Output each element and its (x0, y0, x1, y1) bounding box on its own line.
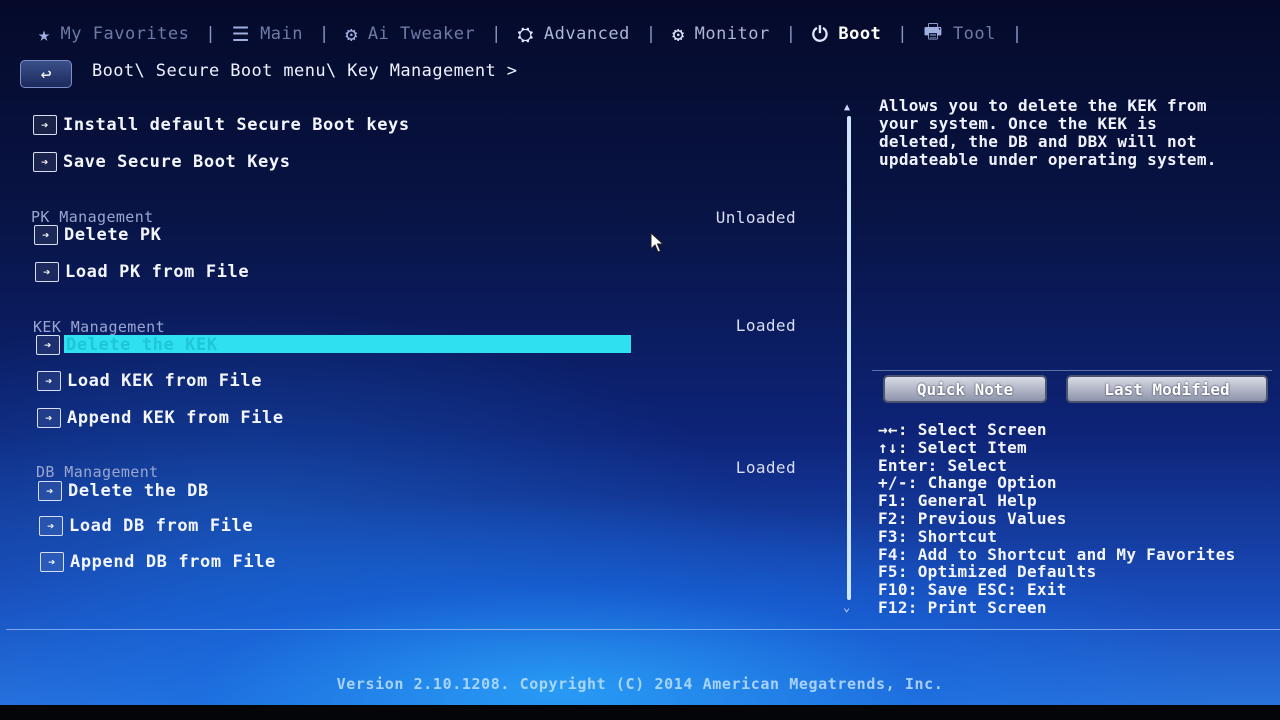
power-icon: ⏻ (812, 22, 829, 46)
load-kek-from-file-item[interactable]: ➔ Load KEK from File (37, 371, 262, 391)
mouse-cursor-icon (650, 232, 665, 253)
tab-tool[interactable]: 🖶 Tool (924, 17, 996, 51)
tab-separator: | (205, 24, 216, 44)
item-label: Append KEK from File (67, 408, 284, 428)
quick-note-button[interactable]: Quick Note (883, 375, 1047, 403)
tab-separator: | (491, 24, 502, 44)
tab-my-favorites[interactable]: ★ My Favorites (38, 22, 189, 46)
delete-the-kek-item[interactable]: ➔ Delete the KEK (36, 335, 218, 355)
key-legend-item: +/-: Change Option (878, 473, 1057, 493)
db-management-title: DB Management (36, 463, 159, 481)
delete-pk-item[interactable]: ➔ Delete PK (34, 225, 162, 245)
list-icon: ☰ (231, 22, 251, 46)
kek-management-title: KEK Management (33, 318, 166, 336)
tab-separator: | (319, 24, 330, 44)
key-legend-item: F2: Previous Values (878, 508, 1067, 528)
tab-separator: | (645, 24, 657, 44)
scrollbar[interactable]: ▲ ⌄ (843, 102, 855, 614)
tab-separator: | (785, 24, 797, 44)
breadcrumb: Boot\ Secure Boot menu\ Key Management > (92, 61, 518, 81)
key-legend-item: ↑↓: Select Item (878, 437, 1027, 457)
item-label: Delete PK (64, 225, 162, 245)
submenu-arrow-icon: ➔ (39, 516, 63, 536)
scroll-down-icon[interactable]: ⌄ (843, 600, 850, 614)
item-label: Load DB from File (69, 516, 254, 536)
item-label: Install default Secure Boot keys (63, 115, 410, 135)
bios-screen: ★ My Favorites | ☰ Main | ⚙ Ai Tweaker |… (0, 0, 1280, 720)
tab-label: Advanced (543, 24, 630, 44)
submenu-arrow-icon: ➔ (33, 115, 57, 135)
tool-icon: 🖶 (923, 19, 943, 43)
key-legend-item: F4: Add to Shortcut and My Favorites (878, 544, 1236, 564)
last-modified-button[interactable]: Last Modified (1066, 375, 1268, 403)
tab-main[interactable]: ☰ Main (232, 22, 303, 46)
back-arrow-icon: ↩ (40, 63, 52, 85)
advanced-icon: ⛭ (517, 22, 534, 46)
save-secure-boot-keys-item[interactable]: ➔ Save Secure Boot Keys (33, 152, 291, 172)
key-legend-item: →←: Select Screen (878, 420, 1047, 439)
item-label: Load PK from File (65, 262, 250, 282)
append-kek-from-file-item[interactable]: ➔ Append KEK from File (37, 408, 284, 428)
submenu-arrow-icon: ➔ (40, 552, 64, 572)
item-label: Load KEK from File (67, 371, 263, 391)
item-label: Save Secure Boot Keys (63, 152, 291, 172)
install-default-secure-boot-keys-item[interactable]: ➔ Install default Secure Boot keys (33, 115, 410, 135)
key-legend-item: F3: Shortcut (878, 526, 998, 546)
tweaker-icon: ⚙ (345, 22, 358, 46)
append-db-from-file-item[interactable]: ➔ Append DB from File (40, 552, 276, 572)
version-footer: Version 2.10.1208. Copyright (C) 2014 Am… (336, 675, 944, 693)
submenu-arrow-icon: ➔ (34, 225, 58, 245)
tab-label: Boot (838, 24, 882, 44)
tab-label: Monitor (694, 24, 770, 44)
tab-label: Main (260, 24, 304, 44)
help-description: Allows you to delete the KEK from your s… (879, 96, 1217, 169)
load-db-from-file-item[interactable]: ➔ Load DB from File (39, 516, 253, 536)
key-legend-item: F1: General Help (878, 491, 1037, 511)
item-label: Delete the KEK (66, 335, 218, 355)
screen-bezel (0, 705, 1280, 720)
item-label: Delete the DB (68, 481, 209, 501)
delete-the-db-item[interactable]: ➔ Delete the DB (38, 481, 209, 501)
back-button[interactable]: ↩ (20, 60, 72, 88)
tab-advanced[interactable]: ⛭ Advanced (517, 22, 629, 46)
tab-monitor[interactable]: ⚙ Monitor (672, 22, 770, 46)
tab-separator: | (1011, 24, 1023, 44)
submenu-arrow-icon: ➔ (38, 481, 62, 501)
key-legend-item: F12: Print Screen (878, 597, 1047, 617)
key-legend-item: F5: Optimized Defaults (878, 562, 1097, 582)
pk-status: Unloaded (715, 208, 796, 227)
submenu-arrow-icon: ➔ (33, 152, 57, 172)
tab-label: Tool (952, 24, 996, 44)
top-navigation: ★ My Favorites | ☰ Main | ⚙ Ai Tweaker |… (38, 17, 1038, 51)
monitor-icon: ⚙ (672, 22, 685, 46)
kek-status: Loaded (735, 316, 796, 335)
key-legend-item: Enter: Select (878, 455, 1008, 475)
panel-divider (872, 370, 1272, 371)
key-legend-item: F10: Save ESC: Exit (878, 580, 1067, 600)
tab-boot[interactable]: ⏻ Boot (812, 22, 881, 46)
submenu-arrow-icon: ➔ (37, 408, 61, 428)
item-label: Append DB from File (70, 552, 276, 572)
star-icon: ★ (38, 22, 51, 46)
footer-divider (6, 629, 1280, 630)
pk-management-title: PK Management (31, 208, 154, 226)
scroll-thumb[interactable] (847, 116, 851, 600)
scroll-up-icon[interactable]: ▲ (844, 102, 850, 113)
load-pk-from-file-item[interactable]: ➔ Load PK from File (35, 262, 249, 282)
submenu-arrow-icon: ➔ (35, 262, 59, 282)
submenu-arrow-icon: ➔ (37, 371, 61, 391)
tab-label: My Favorites (60, 24, 190, 44)
tab-label: Ai Tweaker (367, 24, 476, 44)
tab-separator: | (897, 24, 908, 44)
tab-ai-tweaker[interactable]: ⚙ Ai Tweaker (345, 22, 475, 46)
db-status: Loaded (735, 458, 796, 477)
submenu-arrow-icon: ➔ (36, 335, 60, 355)
key-legend: →←: Select Screen ↑↓: Select Item Enter:… (878, 421, 1236, 617)
